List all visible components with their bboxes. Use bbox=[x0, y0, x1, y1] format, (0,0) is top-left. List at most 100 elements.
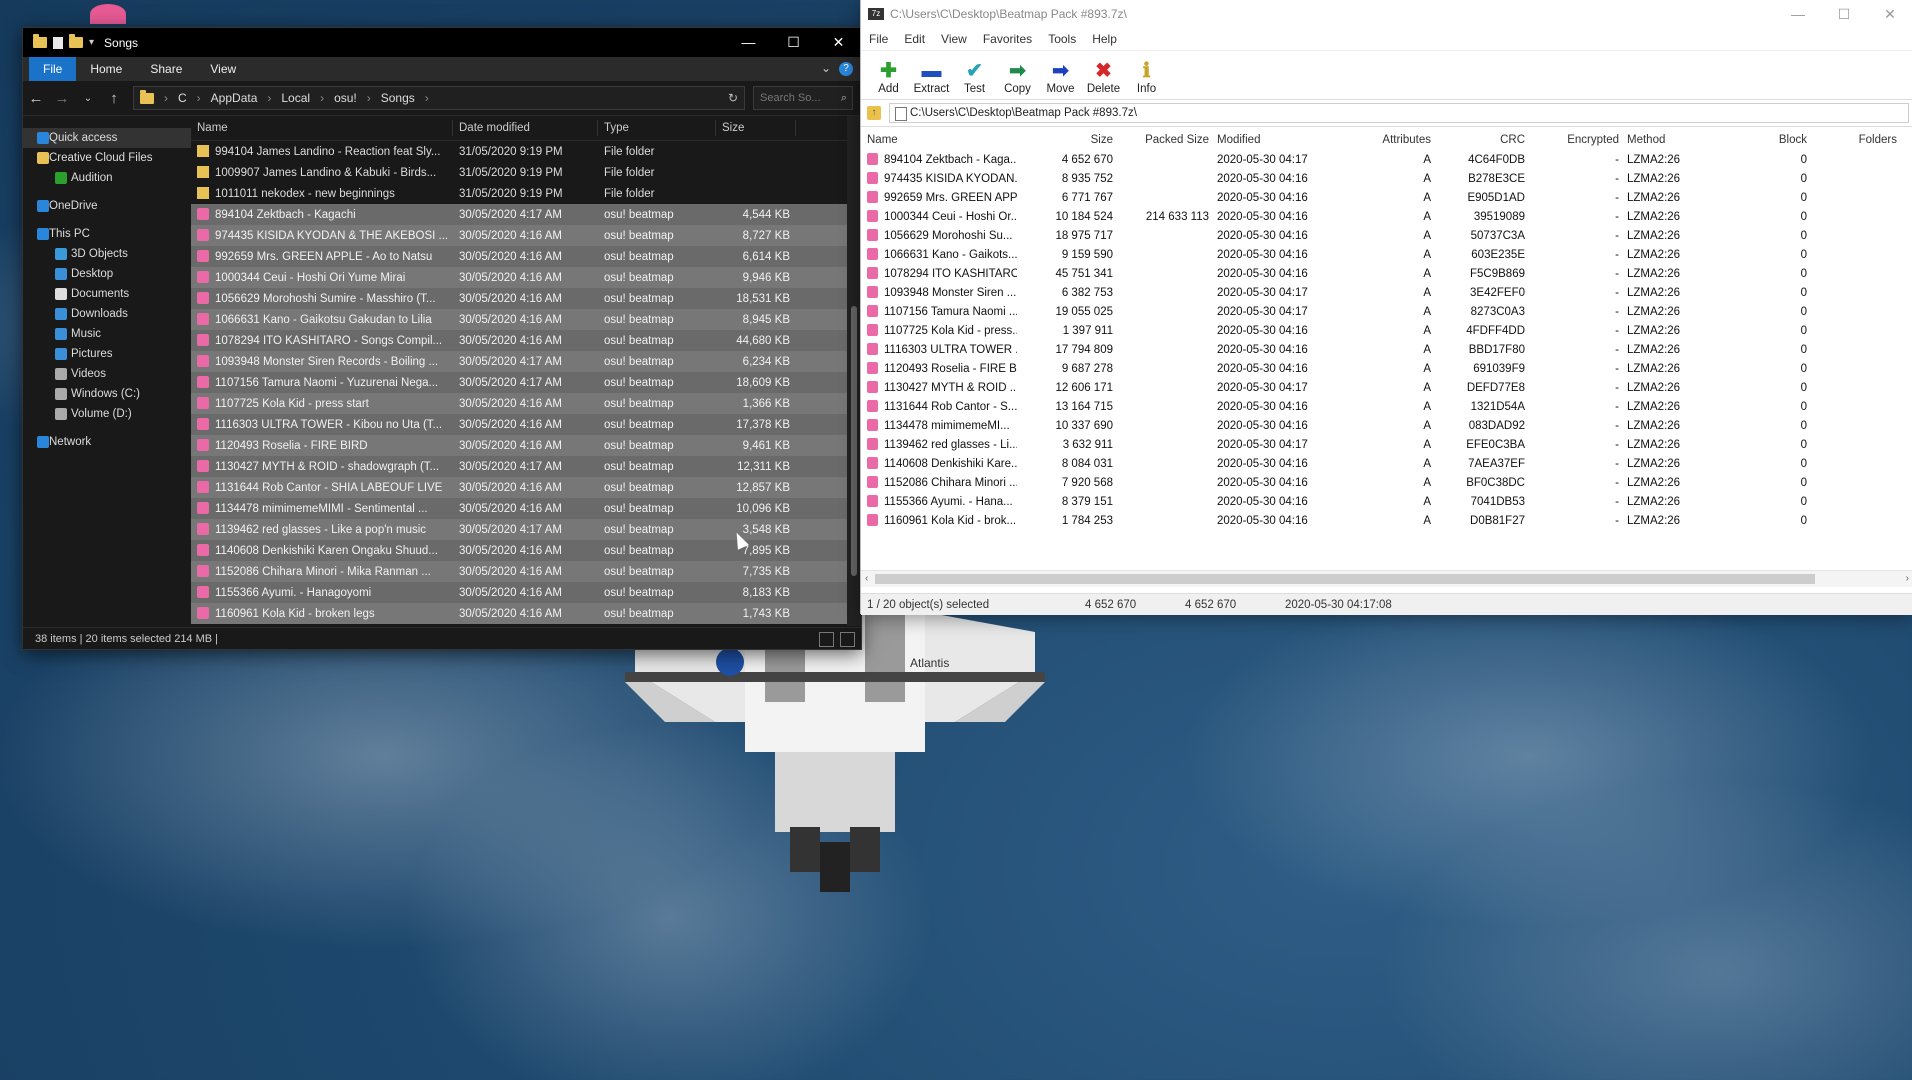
nav-item-this-pc[interactable]: This PC bbox=[23, 224, 191, 244]
nav-item-quick-access[interactable]: Quick access bbox=[23, 128, 191, 148]
breadcrumb-appdata[interactable]: AppData bbox=[211, 91, 258, 105]
file-row[interactable]: 1078294 ITO KASHITARO - Songs Compil... 3… bbox=[191, 330, 861, 351]
archive-row[interactable]: 1066631 Kano - Gaikots... 9 159 590 2020-0… bbox=[861, 245, 1912, 264]
scroll-right-icon[interactable]: › bbox=[1906, 571, 1909, 587]
nav-item-volume-d[interactable]: Volume (D:) bbox=[23, 404, 191, 424]
new-folder-icon[interactable] bbox=[69, 34, 83, 48]
tab-home[interactable]: Home bbox=[76, 57, 136, 81]
details-view-icon[interactable] bbox=[819, 632, 834, 647]
path-input[interactable]: C:\Users\C\Desktop\Beatmap Pack #893.7z\ bbox=[889, 103, 1909, 123]
file-row[interactable]: 1000344 Ceui - Hoshi Ori Yume Mirai 30/05… bbox=[191, 267, 861, 288]
column-modified[interactable]: Modified bbox=[1213, 134, 1331, 146]
column-name[interactable]: Name bbox=[191, 120, 453, 136]
file-row[interactable]: 1120493 Roselia - FIRE BIRD 30/05/2020 4:… bbox=[191, 435, 861, 456]
search-input[interactable]: Search So... ⌕ bbox=[753, 86, 853, 110]
nav-item-windows-c[interactable]: Windows (C:) bbox=[23, 384, 191, 404]
file-row[interactable]: 1107725 Kola Kid - press start 30/05/2020… bbox=[191, 393, 861, 414]
refresh-icon[interactable]: ↻ bbox=[728, 91, 738, 105]
file-row[interactable]: 1131644 Rob Cantor - SHIA LABEOUF LIVE 30… bbox=[191, 477, 861, 498]
column-size[interactable]: Size bbox=[716, 120, 796, 136]
file-row[interactable]: 1155366 Ayumi. - Hanagoyomi 30/05/2020 4:… bbox=[191, 582, 861, 603]
breadcrumb-osu[interactable]: osu! bbox=[334, 91, 357, 105]
menu-file[interactable]: File bbox=[861, 32, 896, 46]
archive-row[interactable]: 894104 Zektbach - Kaga... 4 652 670 2020-0… bbox=[861, 150, 1912, 169]
nav-item-network[interactable]: Network bbox=[23, 432, 191, 452]
nav-item-music[interactable]: Music bbox=[23, 324, 191, 344]
recent-locations-icon[interactable]: ⌄ bbox=[75, 93, 101, 104]
nav-item-desktop[interactable]: Desktop bbox=[23, 264, 191, 284]
maximize-button[interactable]: ☐ bbox=[771, 28, 816, 57]
scroll-left-icon[interactable]: ‹ bbox=[865, 571, 868, 587]
file-row[interactable]: 992659 Mrs. GREEN APPLE - Ao to Natsu 30/… bbox=[191, 246, 861, 267]
horizontal-scrollbar-thumb[interactable] bbox=[875, 574, 1815, 584]
nav-item-documents[interactable]: Documents bbox=[23, 284, 191, 304]
vertical-scrollbar[interactable] bbox=[847, 116, 861, 626]
parent-folder-icon[interactable]: ↑ bbox=[867, 106, 881, 120]
archive-row[interactable]: 1131644 Rob Cantor - S... 13 164 715 2020-… bbox=[861, 397, 1912, 416]
archive-row[interactable]: 1000344 Ceui - Hoshi Or... 10 184 524 214 … bbox=[861, 207, 1912, 226]
column-method[interactable]: Method bbox=[1623, 134, 1715, 146]
file-row[interactable]: 1009907 James Landino & Kabuki - Birds..… bbox=[191, 162, 861, 183]
back-arrow-icon[interactable]: ← bbox=[23, 90, 49, 107]
column-size[interactable]: Size bbox=[1017, 134, 1117, 146]
menu-view[interactable]: View bbox=[933, 32, 975, 46]
archive-row[interactable]: 1107156 Tamura Naomi ... 19 055 025 2020-0… bbox=[861, 302, 1912, 321]
maximize-button[interactable]: ☐ bbox=[1821, 0, 1867, 28]
expand-ribbon-icon[interactable]: ⌄ bbox=[821, 61, 831, 75]
add-button[interactable]: ✚ Add bbox=[867, 59, 910, 99]
archive-row[interactable]: 1160961 Kola Kid - brok... 1 784 253 2020-… bbox=[861, 511, 1912, 530]
file-row[interactable]: 894104 Zektbach - Kagachi 30/05/2020 4:17… bbox=[191, 204, 861, 225]
archive-row[interactable]: 1130427 MYTH & ROID ... 12 606 171 2020-05… bbox=[861, 378, 1912, 397]
move-button[interactable]: ➡ Move bbox=[1039, 59, 1082, 99]
file-row[interactable]: 1093948 Monster Siren Records - Boiling … bbox=[191, 351, 861, 372]
archive-row[interactable]: 1120493 Roselia - FIRE B... 9 687 278 2020… bbox=[861, 359, 1912, 378]
nav-item-audition[interactable]: Audition bbox=[23, 168, 191, 188]
file-row[interactable]: 1056629 Morohoshi Sumire - Masshiro (T..… bbox=[191, 288, 861, 309]
archive-row[interactable]: 1093948 Monster Siren ... 6 382 753 2020-0… bbox=[861, 283, 1912, 302]
column-folders[interactable]: Folders bbox=[1811, 134, 1901, 146]
column-date-modified[interactable]: Date modified bbox=[453, 120, 598, 136]
quick-access-dropdown-icon[interactable]: ▾ bbox=[89, 37, 94, 48]
tab-share[interactable]: Share bbox=[136, 57, 196, 81]
file-row[interactable]: 1140608 Denkishiki Karen Ongaku Shuud...… bbox=[191, 540, 861, 561]
file-row[interactable]: 1152086 Chihara Minori - Mika Ranman ...… bbox=[191, 561, 861, 582]
column-encrypted[interactable]: Encrypted bbox=[1529, 134, 1623, 146]
test-button[interactable]: ✔ Test bbox=[953, 59, 996, 99]
archive-row[interactable]: 974435 KISIDA KYODAN... 8 935 752 2020-05-… bbox=[861, 169, 1912, 188]
column-packed-size[interactable]: Packed Size bbox=[1117, 134, 1213, 146]
file-row[interactable]: 1116303 ULTRA TOWER - Kibou no Uta (T...… bbox=[191, 414, 861, 435]
archive-row[interactable]: 1116303 ULTRA TOWER ... 17 794 809 2020-05… bbox=[861, 340, 1912, 359]
file-row[interactable]: 1160961 Kola Kid - broken legs 30/05/2020… bbox=[191, 603, 861, 624]
horizontal-scrollbar[interactable]: ‹ › bbox=[861, 570, 1912, 587]
archive-row[interactable]: 1139462 red glasses - Li... 3 632 911 2020… bbox=[861, 435, 1912, 454]
file-row[interactable]: 1130427 MYTH & ROID - shadowgraph (T... 3… bbox=[191, 456, 861, 477]
archive-row[interactable]: 1140608 Denkishiki Kare... 8 084 031 2020-… bbox=[861, 454, 1912, 473]
nav-item-3d-objects[interactable]: 3D Objects bbox=[23, 244, 191, 264]
minimize-button[interactable]: — bbox=[726, 28, 771, 57]
info-button[interactable]: ℹ Info bbox=[1125, 59, 1168, 99]
archive-row[interactable]: 992659 Mrs. GREEN APP... 6 771 767 2020-05… bbox=[861, 188, 1912, 207]
delete-button[interactable]: ✖ Delete bbox=[1082, 59, 1125, 99]
menu-favorites[interactable]: Favorites bbox=[975, 32, 1040, 46]
breadcrumb-local[interactable]: Local bbox=[281, 91, 310, 105]
file-row[interactable]: 1107156 Tamura Naomi - Yuzurenai Nega...… bbox=[191, 372, 861, 393]
copy-button[interactable]: ➡ Copy bbox=[996, 59, 1039, 99]
archive-row[interactable]: 1056629 Morohoshi Su... 18 975 717 2020-05… bbox=[861, 226, 1912, 245]
column-name[interactable]: Name bbox=[861, 134, 1017, 146]
minimize-button[interactable]: — bbox=[1775, 0, 1821, 28]
column-type[interactable]: Type bbox=[598, 120, 716, 136]
file-row[interactable]: 1139462 red glasses - Like a pop'n music… bbox=[191, 519, 861, 540]
address-bar[interactable]: › C › AppData › Local › osu! › Songs › ↻ bbox=[133, 86, 745, 110]
file-row[interactable]: 1066631 Kano - Gaikotsu Gakudan to Lilia… bbox=[191, 309, 861, 330]
close-button[interactable]: ✕ bbox=[1867, 0, 1912, 28]
column-block[interactable]: Block bbox=[1715, 134, 1811, 146]
close-button[interactable]: ✕ bbox=[816, 28, 861, 57]
up-arrow-icon[interactable]: ↑ bbox=[101, 90, 127, 107]
menu-help[interactable]: Help bbox=[1084, 32, 1125, 46]
nav-item-onedrive[interactable]: OneDrive bbox=[23, 196, 191, 216]
nav-item-downloads[interactable]: Downloads bbox=[23, 304, 191, 324]
tab-view[interactable]: View bbox=[196, 57, 250, 81]
archive-row[interactable]: 1078294 ITO KASHITARO... 45 751 341 2020-0… bbox=[861, 264, 1912, 283]
archive-row[interactable]: 1155366 Ayumi. - Hana... 8 379 151 2020-05… bbox=[861, 492, 1912, 511]
tab-file[interactable]: File bbox=[29, 57, 77, 81]
